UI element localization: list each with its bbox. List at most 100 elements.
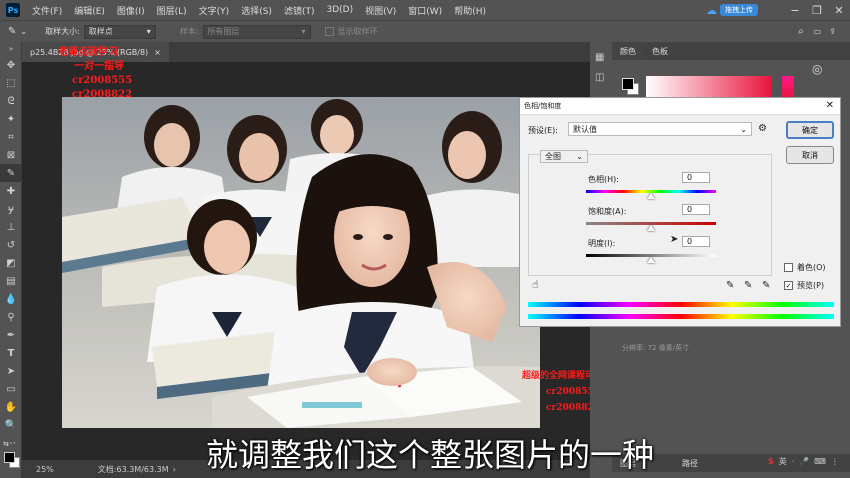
menu-help[interactable]: 帮助(H) <box>448 4 492 17</box>
history-panel-icon[interactable]: ▦ <box>595 52 604 63</box>
chevron-down-icon: ⌄ <box>740 124 747 134</box>
watermark-line: cr2008822 <box>72 89 133 100</box>
menu-3d[interactable]: 3D(D) <box>320 5 359 15</box>
eyedropper-minus-icon[interactable]: ✎ <box>762 280 770 291</box>
saturation-slider-thumb[interactable] <box>647 225 655 231</box>
zoom-tool-icon[interactable]: 🔍 <box>0 416 22 434</box>
menu-filter[interactable]: 滤镜(T) <box>278 4 321 17</box>
menu-window[interactable]: 窗口(W) <box>402 4 448 17</box>
ok-label: 确定 <box>802 125 818 135</box>
microphone-icon[interactable]: 🎤 <box>799 457 809 466</box>
lasso-tool-icon[interactable]: ᘓ <box>0 92 22 110</box>
share-icon[interactable]: ⇪ <box>829 27 836 36</box>
search-icon[interactable]: ⌕ <box>798 26 804 37</box>
path-select-tool-icon[interactable]: ➤ <box>0 362 22 380</box>
cancel-label: 取消 <box>802 150 818 160</box>
crop-tool-icon[interactable]: ⌗ <box>0 128 22 146</box>
menu-file[interactable]: 文件(F) <box>26 4 68 17</box>
eyedropper-icon[interactable]: ✎ <box>726 280 734 291</box>
show-ring-label: 显示取样环 <box>337 27 378 36</box>
sample-size-select[interactable]: 取样点 ▾ <box>83 24 156 39</box>
sogou-icon[interactable]: S <box>768 457 774 466</box>
color-spectrum[interactable] <box>646 76 772 98</box>
zoom-level[interactable]: 25% <box>36 465 54 474</box>
frame-tool-icon[interactable]: ⊠ <box>0 146 22 164</box>
menu-image[interactable]: 图像(I) <box>111 4 151 17</box>
hue-input[interactable]: 0 <box>682 172 710 183</box>
lightness-input[interactable]: 0 <box>682 236 710 247</box>
colorize-option[interactable]: 着色(O) <box>784 262 826 273</box>
healing-tool-icon[interactable]: ✚ <box>0 182 22 200</box>
dialog-titlebar[interactable]: 色相/饱和度 ✕ <box>520 98 840 115</box>
eyedropper-plus-icon[interactable]: ✎ <box>744 280 752 291</box>
move-tool-icon[interactable]: ✥ <box>0 56 22 74</box>
colorize-checkbox[interactable] <box>784 263 793 272</box>
cancel-button[interactable]: 取消 <box>786 146 834 164</box>
preview-option[interactable]: ✓ 预览(P) <box>784 280 824 291</box>
menu-layer[interactable]: 图层(L) <box>151 4 193 17</box>
options-bar: ✎ ⌄ 取样大小: 取样点 ▾ 样本: 所有图层 ▾ 显示取样环 ⌕ ▭ ⇪ <box>0 20 850 42</box>
properties-panel-icon[interactable]: ◫ <box>595 72 604 83</box>
blur-tool-icon[interactable]: 💧 <box>0 290 22 308</box>
menu-type[interactable]: 文字(Y) <box>193 4 236 17</box>
tab-color[interactable]: 颜色 <box>612 43 644 60</box>
menu-bar: Ps 文件(F) 编辑(E) 图像(I) 图层(L) 文字(Y) 选择(S) 滤… <box>0 0 850 20</box>
preset-options-icon[interactable]: ⚙ <box>758 123 767 134</box>
hue-slider-thumb[interactable] <box>647 193 655 199</box>
channel-select[interactable]: 全图 ⌄ <box>540 150 588 163</box>
pen-tool-icon[interactable]: ✒ <box>0 326 22 344</box>
watermark-line: cr2008555 <box>72 75 133 86</box>
keyboard-icon[interactable]: ⌨ <box>814 457 826 466</box>
tool-preset-chevron-icon[interactable]: ⌄ <box>20 27 27 36</box>
menu-select[interactable]: 选择(S) <box>235 4 278 17</box>
shape-tool-icon[interactable]: ▭ <box>0 380 22 398</box>
history-brush-icon[interactable]: ↺ <box>0 236 22 254</box>
foreground-color-swatch[interactable] <box>4 452 15 463</box>
minimize-icon[interactable]: − <box>784 4 806 17</box>
saturation-input[interactable]: 0 <box>682 204 710 215</box>
lightness-label: 明度(I): <box>588 239 616 248</box>
eyedropper-tool-icon[interactable]: ✎ <box>8 26 16 37</box>
ime-label[interactable]: 英 <box>779 456 787 467</box>
sample-select[interactable]: 所有图层 ▾ <box>202 24 311 39</box>
gradient-tool-icon[interactable]: ▤ <box>0 272 22 290</box>
close-icon[interactable]: ✕ <box>828 4 850 17</box>
menu-edit[interactable]: 编辑(E) <box>68 4 111 17</box>
chevron-down-icon: ▾ <box>146 27 151 36</box>
eyedropper-tool-icon[interactable]: ✎ <box>0 164 22 182</box>
cloud-icon[interactable]: ☁ <box>706 4 717 17</box>
brush-tool-icon[interactable]: ɏ <box>0 200 22 218</box>
marquee-tool-icon[interactable]: ⬚ <box>0 74 22 92</box>
workspace-icon[interactable]: ▭ <box>814 27 822 36</box>
type-tool-icon[interactable]: T <box>0 344 22 362</box>
targeted-adjustment-icon[interactable]: ☝ <box>532 278 539 291</box>
hand-tool-icon[interactable]: ✋ <box>0 398 22 416</box>
tab-swatches[interactable]: 色板 <box>644 43 676 60</box>
menu-view[interactable]: 视图(V) <box>359 4 402 17</box>
restore-icon[interactable]: ❐ <box>806 4 828 17</box>
collapse-icon[interactable]: » <box>0 42 22 56</box>
hue-bar[interactable] <box>782 76 794 98</box>
eraser-tool-icon[interactable]: ◩ <box>0 254 22 272</box>
panel-fg-swatch[interactable] <box>622 78 634 90</box>
document-image[interactable] <box>62 97 540 428</box>
saturation-label: 饱和度(A): <box>588 207 627 216</box>
colorize-label: 着色(O) <box>797 263 826 272</box>
lightness-slider-thumb[interactable] <box>647 257 655 263</box>
dialog-close-icon[interactable]: ✕ <box>826 100 834 111</box>
upload-button[interactable]: 拖拽上传 <box>720 4 758 16</box>
adjust-panel-icon[interactable]: ◎ <box>812 62 822 76</box>
close-tab-icon[interactable]: × <box>154 48 161 57</box>
show-ring-checkbox[interactable] <box>324 27 334 36</box>
preset-select[interactable]: 默认值 ⌄ <box>568 122 752 136</box>
swap-colors-icon[interactable]: ⇆ <box>3 440 9 448</box>
channel-value: 全图 <box>545 152 561 161</box>
preview-checkbox[interactable]: ✓ <box>784 281 793 290</box>
quick-select-tool-icon[interactable]: ✦ <box>0 110 22 128</box>
stamp-tool-icon[interactable]: ⊥ <box>0 218 22 236</box>
watermark-line: 一对一指导 <box>74 61 124 72</box>
dodge-tool-icon[interactable]: ⚲ <box>0 308 22 326</box>
ok-button[interactable]: 确定 <box>786 121 834 139</box>
resolution-text: 分辨率: 72 像素/英寸 <box>622 344 690 352</box>
menu-icon[interactable]: ⋮ <box>831 457 839 466</box>
